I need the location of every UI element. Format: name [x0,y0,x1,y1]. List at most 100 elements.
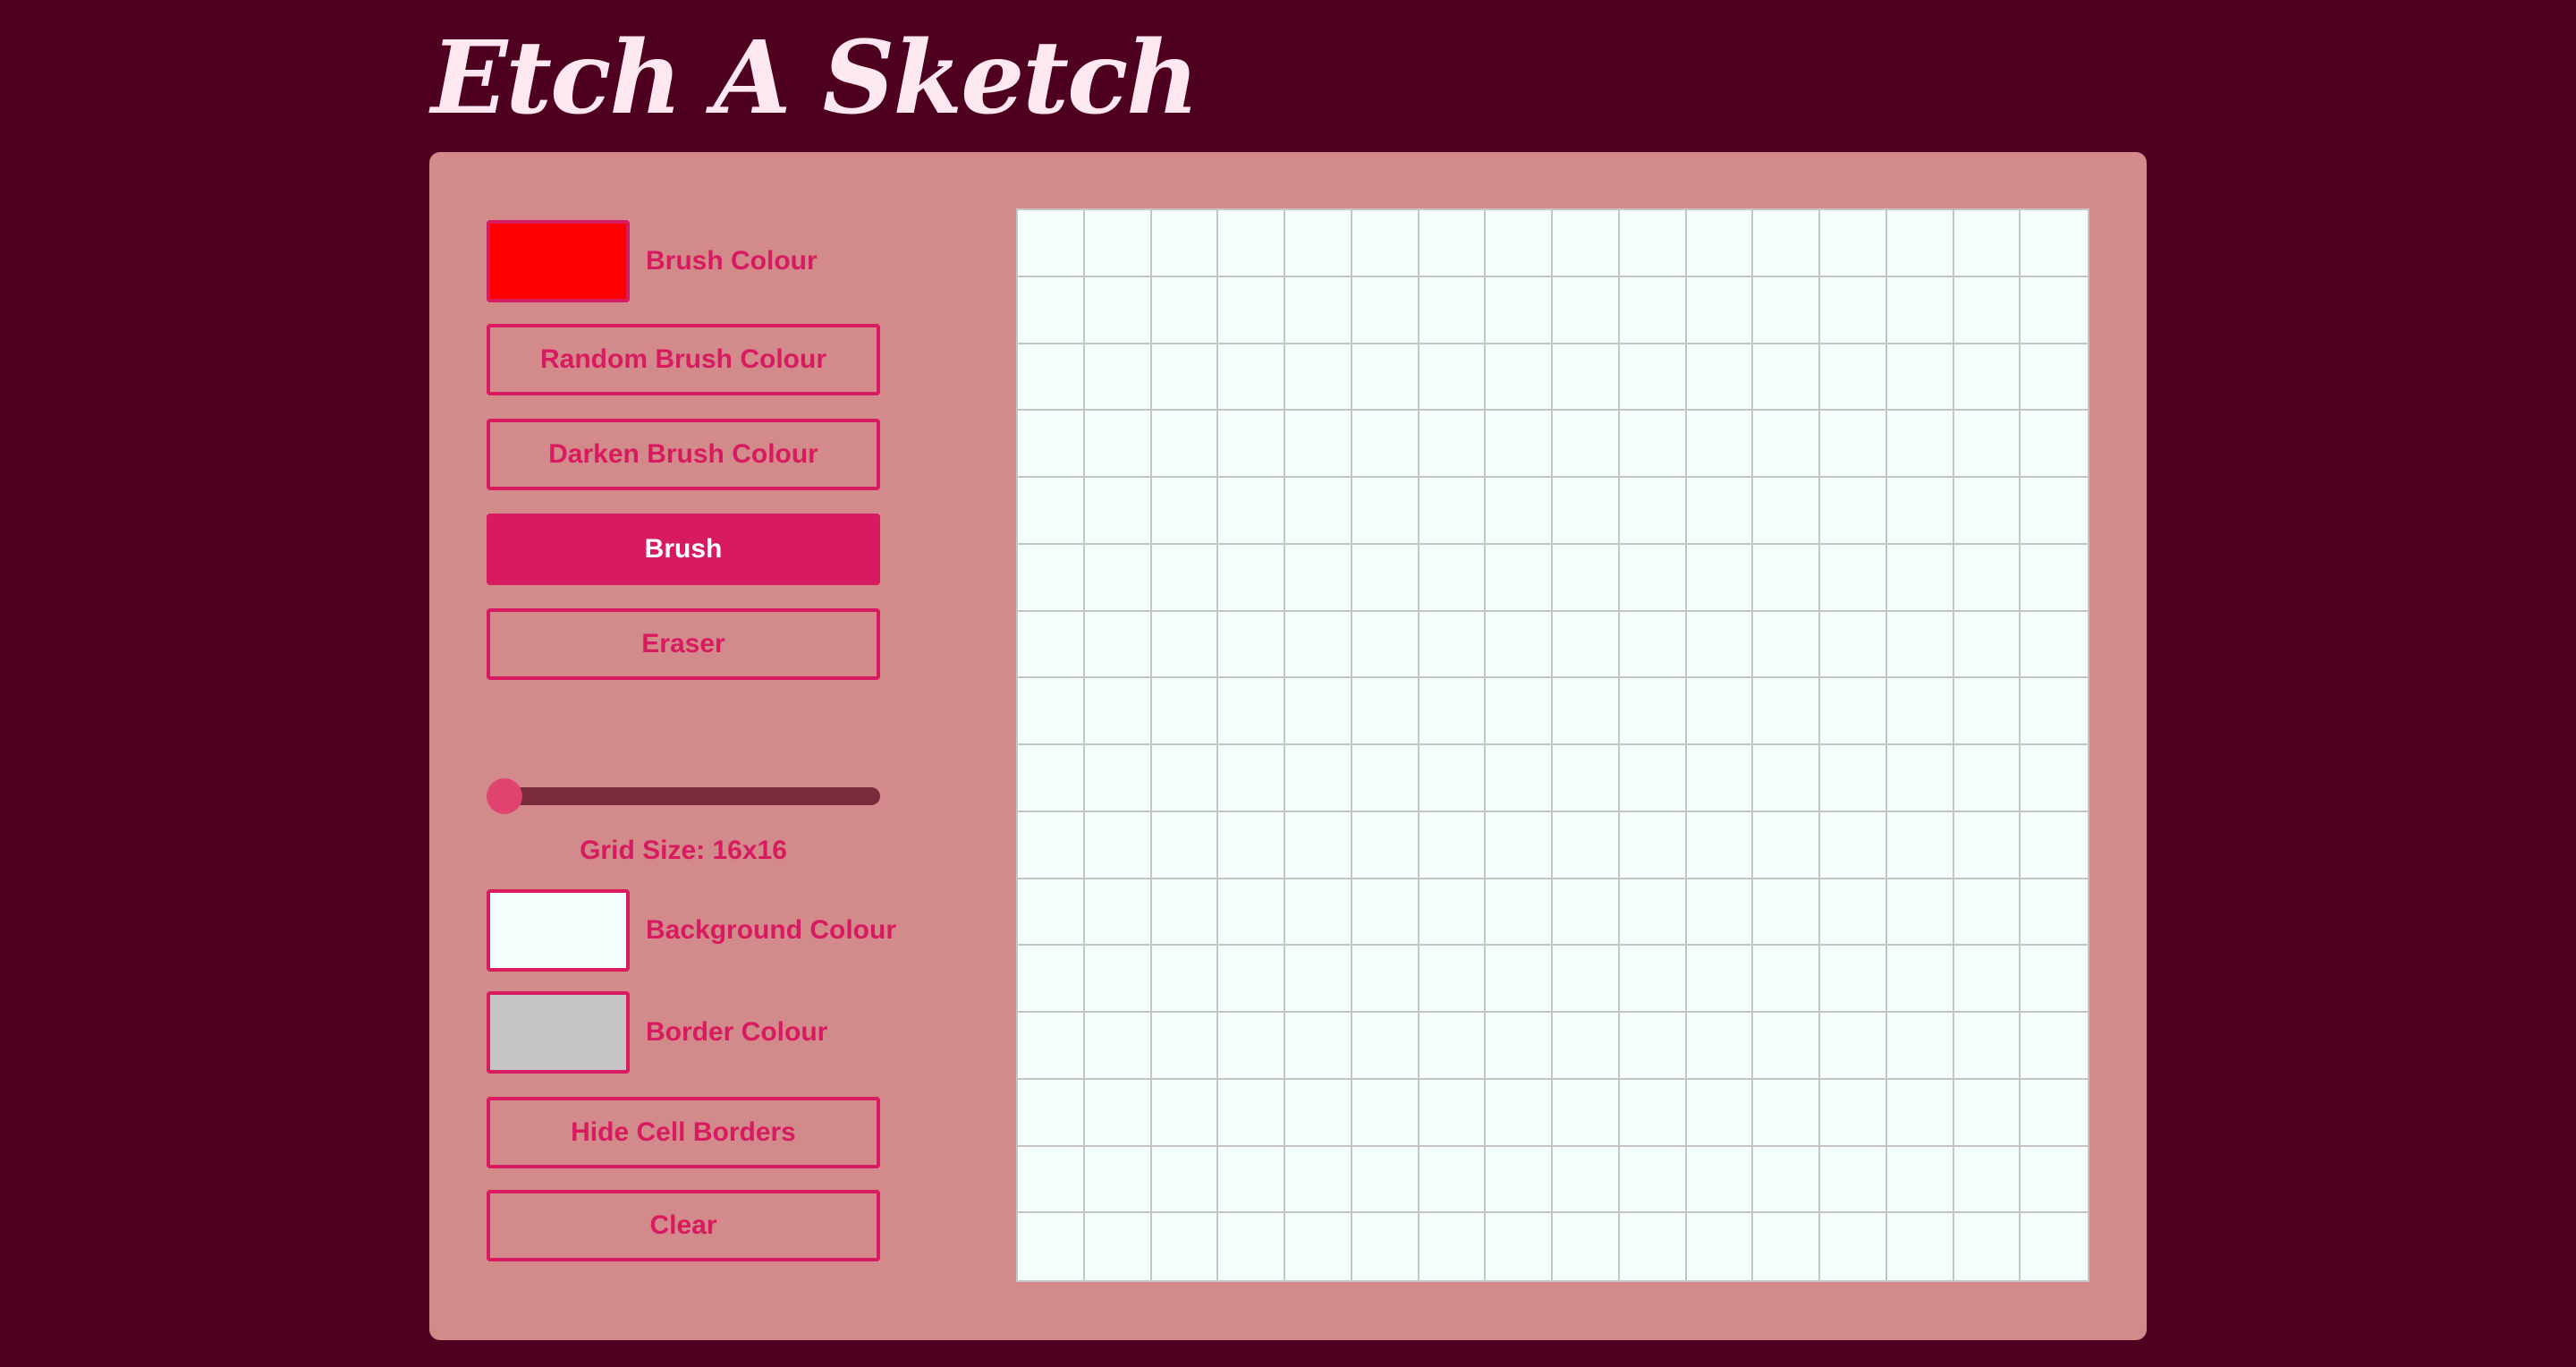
grid-cell[interactable] [1820,276,1887,344]
grid-cell[interactable] [1753,1013,1820,1080]
grid-cell[interactable] [1419,1146,1487,1214]
grid-cell[interactable] [1352,1146,1419,1214]
grid-cell[interactable] [1352,276,1419,344]
grid-cell[interactable] [1686,811,1754,879]
grid-cell[interactable] [1151,611,1219,679]
grid-cell[interactable] [1151,544,1219,612]
grid-cell[interactable] [1151,1013,1219,1080]
grid-cell[interactable] [1686,879,1754,947]
grid-cell[interactable] [1686,678,1754,745]
grid-cell[interactable] [1419,544,1487,612]
grid-cell[interactable] [1820,478,1887,545]
grid-cell[interactable] [2021,811,2088,879]
grid-cell[interactable] [1486,210,1553,277]
grid-cell[interactable] [1753,1079,1820,1147]
grid-cell[interactable] [1151,946,1219,1013]
grid-cell[interactable] [1084,276,1152,344]
grid-cell[interactable] [1419,411,1487,478]
grid-cell[interactable] [1886,678,1954,745]
grid-cell[interactable] [1018,1013,1085,1080]
grid-cell[interactable] [1553,276,1620,344]
grid-cell[interactable] [1686,210,1754,277]
grid-cell[interactable] [1753,745,1820,812]
grid-cell[interactable] [1352,544,1419,612]
grid-cell[interactable] [1619,946,1687,1013]
grid-cell[interactable] [1352,946,1419,1013]
grid-cell[interactable] [1151,1146,1219,1214]
border-colour-picker[interactable] [487,991,630,1074]
grid-cell[interactable] [1619,1079,1687,1147]
grid-cell[interactable] [1352,344,1419,412]
grid-cell[interactable] [2021,411,2088,478]
grid-cell[interactable] [1352,478,1419,545]
hide-cell-borders-button[interactable]: Hide Cell Borders [487,1097,880,1168]
grid-cell[interactable] [1619,611,1687,679]
grid-cell[interactable] [1018,811,1085,879]
grid-cell[interactable] [1886,210,1954,277]
grid-cell[interactable] [1619,879,1687,947]
grid-cell[interactable] [1218,478,1285,545]
grid-cell[interactable] [1553,1213,1620,1280]
grid-cell[interactable] [1018,478,1085,545]
grid-cell[interactable] [1084,879,1152,947]
grid-cell[interactable] [1285,344,1352,412]
grid-cell[interactable] [1820,811,1887,879]
grid-cell[interactable] [2021,544,2088,612]
grid-cell[interactable] [1553,678,1620,745]
grid-cell[interactable] [1953,1013,2021,1080]
grid-cell[interactable] [1419,1213,1487,1280]
grid-cell[interactable] [1820,678,1887,745]
grid-cell[interactable] [1553,344,1620,412]
grid-cell[interactable] [1619,1146,1687,1214]
grid-cell[interactable] [1151,344,1219,412]
grid-cell[interactable] [1151,811,1219,879]
grid-cell[interactable] [1886,811,1954,879]
grid-cell[interactable] [1486,344,1553,412]
grid-cell[interactable] [1018,411,1085,478]
grid-cell[interactable] [1285,544,1352,612]
slider-track[interactable] [487,787,880,805]
grid-cell[interactable] [1886,1213,1954,1280]
grid-cell[interactable] [1953,544,2021,612]
grid-cell[interactable] [1753,210,1820,277]
grid-cell[interactable] [1419,611,1487,679]
grid-cell[interactable] [1285,811,1352,879]
grid-cell[interactable] [1886,879,1954,947]
grid-cell[interactable] [1218,611,1285,679]
grid-cell[interactable] [1886,611,1954,679]
grid-cell[interactable] [1285,411,1352,478]
grid-cell[interactable] [1619,1213,1687,1280]
grid-cell[interactable] [1953,1146,2021,1214]
grid-cell[interactable] [1619,678,1687,745]
grid-cell[interactable] [1084,745,1152,812]
grid-cell[interactable] [1953,344,2021,412]
grid-cell[interactable] [1686,1213,1754,1280]
grid-cell[interactable] [1285,678,1352,745]
grid-cell[interactable] [1486,879,1553,947]
grid-cell[interactable] [2021,946,2088,1013]
grid-cell[interactable] [1151,411,1219,478]
grid-cell[interactable] [1486,946,1553,1013]
grid-cell[interactable] [1486,811,1553,879]
grid-cell[interactable] [1084,1146,1152,1214]
brush-colour-picker[interactable] [487,220,630,302]
grid-cell[interactable] [1820,544,1887,612]
grid-cell[interactable] [1619,276,1687,344]
grid-cell[interactable] [1619,478,1687,545]
grid-cell[interactable] [1285,745,1352,812]
grid-cell[interactable] [1084,1213,1152,1280]
grid-cell[interactable] [1686,611,1754,679]
grid-cell[interactable] [1886,411,1954,478]
grid-cell[interactable] [1419,678,1487,745]
grid-cell[interactable] [2021,1213,2088,1280]
grid-cell[interactable] [1018,678,1085,745]
grid-cell[interactable] [1084,478,1152,545]
background-colour-picker[interactable] [487,889,630,972]
grid-cell[interactable] [1419,1079,1487,1147]
grid-cell[interactable] [1352,811,1419,879]
grid-cell[interactable] [1419,745,1487,812]
grid-cell[interactable] [1619,1013,1687,1080]
grid-cell[interactable] [1486,276,1553,344]
grid-cell[interactable] [1486,478,1553,545]
grid-cell[interactable] [1218,1146,1285,1214]
